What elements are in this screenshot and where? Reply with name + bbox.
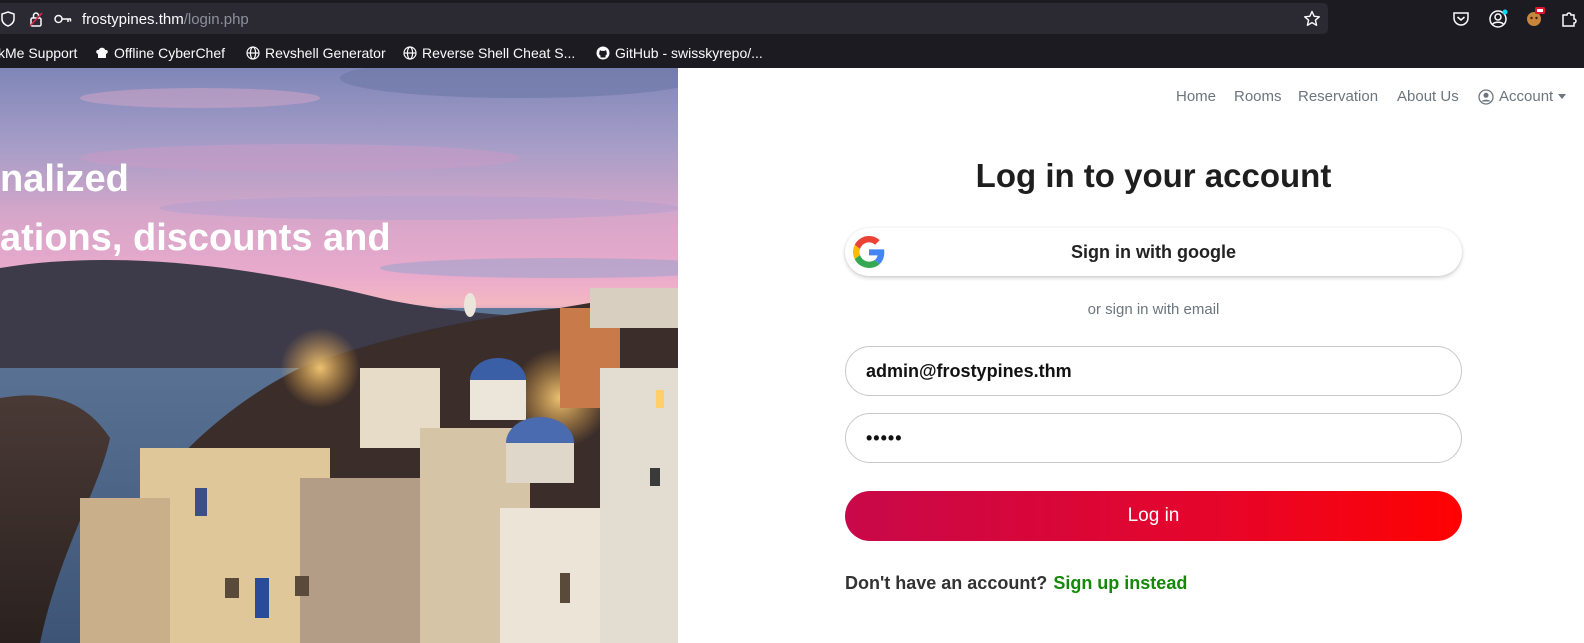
nav-rooms[interactable]: Rooms	[1234, 88, 1282, 105]
user-circle-icon	[1478, 88, 1494, 105]
github-icon	[596, 46, 610, 60]
bookmark-label: kMe Support	[0, 45, 78, 61]
shield-icon[interactable]	[0, 11, 16, 27]
globe-icon	[246, 46, 260, 60]
pocket-icon[interactable]	[1452, 10, 1470, 28]
no-account-text: Don't have an account?	[845, 573, 1048, 593]
bookmark-kme-support[interactable]: kMe Support	[0, 44, 77, 62]
signup-prompt: Don't have an account? Sign up instead	[845, 573, 1187, 594]
chef-hat-icon	[95, 46, 109, 60]
google-signin-button[interactable]: Sign in with google	[845, 228, 1462, 276]
globe-icon	[403, 46, 417, 60]
signup-link[interactable]: Sign up instead	[1053, 573, 1187, 593]
nav-account-label: Account	[1499, 88, 1554, 105]
login-button[interactable]: Log in	[845, 491, 1462, 541]
address-bar[interactable]: frostypines.thm/login.php	[0, 3, 1328, 34]
bookmarks-toolbar: kMe Support Offline CyberChef Revshell G…	[0, 36, 1584, 68]
email-divider-text: or sign in with email	[1087, 301, 1220, 318]
google-logo-icon	[853, 236, 885, 268]
bookmark-label: Revshell Generator	[265, 45, 386, 61]
url-path: /login.php	[183, 11, 249, 28]
nav-reservation[interactable]: Reservation	[1298, 88, 1378, 105]
bookmark-label: GitHub - swisskyrepo/...	[615, 45, 763, 61]
login-title: Log in to your account	[975, 157, 1332, 194]
bookmark-star-icon[interactable]	[1303, 10, 1321, 28]
nav-account-dropdown[interactable]: Account	[1478, 88, 1567, 105]
browser-toolbar: frostypines.thm/login.php	[0, 0, 1584, 36]
extensions-puzzle-icon[interactable]	[1561, 10, 1577, 28]
bookmark-label: Offline CyberChef	[114, 45, 226, 61]
extension-icon[interactable]	[1524, 6, 1546, 28]
hero-headline-line-2: ations, discounts and	[0, 217, 391, 259]
url-host: frostypines.thm	[82, 11, 184, 28]
insecure-lock-icon[interactable]	[28, 11, 44, 27]
url-text[interactable]: frostypines.thm/login.php	[82, 11, 249, 28]
bookmark-revshell-generator[interactable]: Revshell Generator	[246, 44, 386, 62]
google-signin-label: Sign in with google	[1071, 241, 1236, 262]
bookmark-reverse-shell-cheat-sheet[interactable]: Reverse Shell Cheat S...	[403, 44, 575, 62]
email-field[interactable]	[845, 346, 1462, 396]
hero-landscape-illustration	[0, 68, 678, 643]
bookmark-label: Reverse Shell Cheat S...	[422, 45, 576, 61]
nav-about-us[interactable]: About Us	[1397, 88, 1459, 105]
password-field[interactable]	[845, 413, 1462, 463]
bookmark-offline-cyberchef[interactable]: Offline CyberChef	[95, 44, 225, 62]
caret-down-icon	[1558, 93, 1567, 100]
hero-headline-line-1: nalized	[0, 158, 129, 200]
bookmark-github-swisskyrepo[interactable]: GitHub - swisskyrepo/...	[596, 44, 763, 62]
nav-home[interactable]: Home	[1176, 88, 1216, 105]
key-icon[interactable]	[54, 11, 72, 27]
hero-image: nalized ations, discounts and	[0, 68, 678, 643]
account-icon[interactable]	[1488, 9, 1508, 29]
